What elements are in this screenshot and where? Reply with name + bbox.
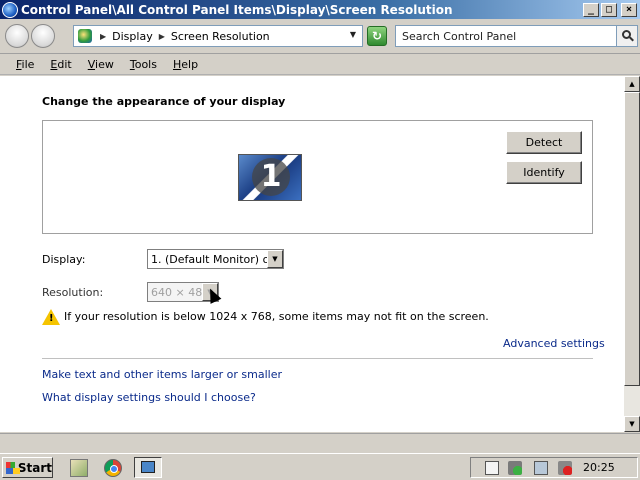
breadcrumb-screen-resolution[interactable]: Screen Resolution bbox=[171, 30, 270, 43]
show-desktop-icon[interactable] bbox=[70, 459, 88, 477]
start-label: Start bbox=[17, 460, 52, 475]
system-tray: 20:25 bbox=[470, 457, 638, 478]
address-field[interactable]: ▶ Display ▶ Screen Resolution ▼ bbox=[73, 25, 363, 47]
monitor-number: 1 bbox=[252, 158, 290, 196]
minimize-button[interactable]: _ bbox=[583, 2, 599, 17]
control-panel-window-icon bbox=[141, 461, 155, 473]
back-button[interactable] bbox=[5, 24, 29, 48]
divider bbox=[42, 358, 593, 359]
menu-help[interactable]: Help bbox=[165, 58, 206, 71]
tray-document-icon[interactable] bbox=[485, 461, 499, 475]
menu-bar: File Edit View Tools Help bbox=[0, 55, 640, 75]
menu-view[interactable]: View bbox=[80, 58, 122, 71]
text-size-link[interactable]: Make text and other items larger or smal… bbox=[42, 368, 282, 381]
menu-edit[interactable]: Edit bbox=[42, 58, 79, 71]
breadcrumb-arrow-icon[interactable]: ▶ bbox=[159, 32, 165, 41]
detect-button[interactable]: Detect bbox=[506, 131, 582, 154]
identify-button[interactable]: Identify bbox=[506, 161, 582, 184]
taskbar: Start 20:25 bbox=[0, 453, 640, 480]
tray-network-icon[interactable] bbox=[508, 461, 522, 475]
search-button[interactable] bbox=[617, 25, 638, 47]
tray-display-icon[interactable] bbox=[534, 461, 548, 475]
address-dropdown-icon[interactable]: ▼ bbox=[350, 30, 356, 39]
status-bar bbox=[0, 433, 640, 452]
close-button[interactable]: × bbox=[621, 2, 637, 17]
scroll-down-icon[interactable]: ▼ bbox=[624, 416, 640, 432]
display-help-link[interactable]: What display settings should I choose? bbox=[42, 391, 256, 404]
windows-flag-icon bbox=[6, 461, 20, 474]
title-bar: Control Panel\All Control Panel Items\Di… bbox=[0, 0, 640, 19]
resolution-select-value: 640 × 480 bbox=[151, 286, 210, 299]
breadcrumb-arrow-icon[interactable]: ▶ bbox=[100, 32, 106, 41]
forward-button[interactable] bbox=[31, 24, 55, 48]
breadcrumb-display[interactable]: Display bbox=[112, 30, 153, 43]
refresh-button[interactable]: ↻ bbox=[367, 26, 387, 46]
taskbar-window-control-panel[interactable] bbox=[134, 457, 162, 478]
display-select-value: 1. (Default Monitor) on bbox=[151, 253, 277, 266]
warning-text: If your resolution is below 1024 x 768, … bbox=[64, 310, 489, 323]
chrome-icon[interactable] bbox=[104, 459, 122, 477]
monitor-arrangement-panel: 1 Detect Identify bbox=[42, 120, 593, 234]
vertical-scrollbar[interactable]: ▲ ▼ bbox=[624, 76, 640, 432]
chevron-down-icon[interactable]: ▼ bbox=[267, 250, 283, 268]
control-panel-icon bbox=[78, 29, 92, 43]
window-title: Control Panel\All Control Panel Items\Di… bbox=[21, 2, 453, 17]
start-button[interactable]: Start bbox=[2, 457, 53, 478]
control-panel-icon bbox=[2, 1, 18, 18]
maximize-button[interactable]: □ bbox=[601, 2, 617, 17]
search-icon-handle bbox=[629, 36, 634, 42]
scroll-up-icon[interactable]: ▲ bbox=[624, 76, 640, 92]
display-label: Display: bbox=[42, 253, 86, 266]
monitor-thumbnail[interactable]: 1 bbox=[238, 154, 302, 201]
resolution-label: Resolution: bbox=[42, 286, 104, 299]
page-title: Change the appearance of your display bbox=[42, 95, 286, 108]
warning-icon: ! bbox=[42, 309, 60, 325]
content-pane: Change the appearance of your display 1 … bbox=[0, 76, 624, 432]
address-toolbar: ▶ Display ▶ Screen Resolution ▼ ↻ Search… bbox=[0, 19, 640, 54]
scrollbar-thumb[interactable] bbox=[624, 92, 640, 386]
advanced-settings-link[interactable]: Advanced settings bbox=[503, 337, 605, 350]
clock[interactable]: 20:25 bbox=[583, 461, 615, 474]
display-select[interactable]: 1. (Default Monitor) on ▼ bbox=[147, 249, 284, 269]
menu-file[interactable]: File bbox=[0, 58, 42, 71]
search-input[interactable]: Search Control Panel bbox=[395, 25, 617, 47]
menu-tools[interactable]: Tools bbox=[122, 58, 165, 71]
tray-volume-muted-icon[interactable] bbox=[558, 461, 572, 475]
